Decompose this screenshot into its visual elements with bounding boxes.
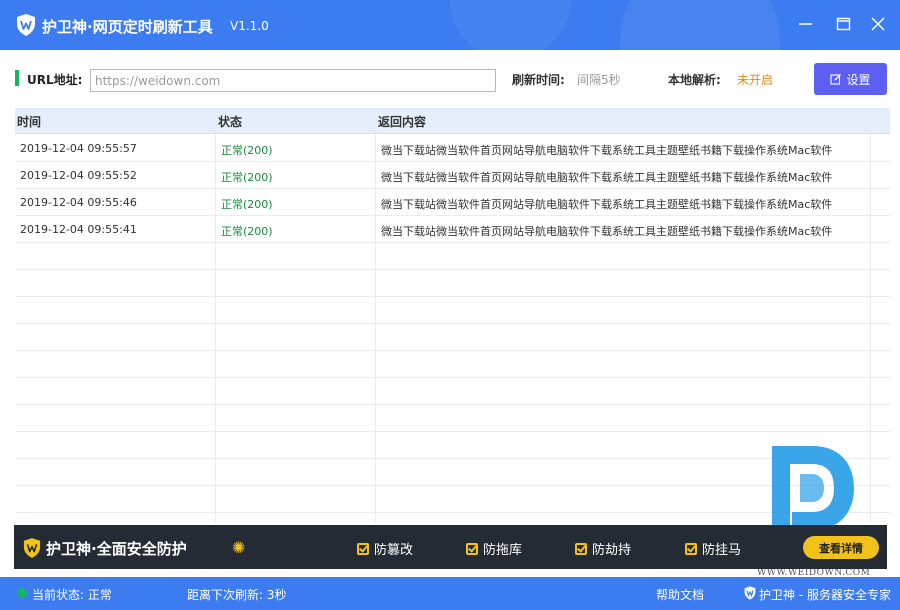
- cell-content: 微当下载站微当软件首页网站导航电脑软件下载系统工具主题壁纸书籍下载操作系统Mac…: [381, 225, 833, 238]
- cell-time: 2019-12-04 09:55:41: [20, 223, 137, 236]
- status-bar: 当前状态: 正常 距离下次刷新: 3秒 帮助文档 护卫神 - 服务器安全专家: [0, 577, 900, 610]
- view-details-button[interactable]: 查看详情: [803, 536, 879, 559]
- refresh-interval-value: 间隔5秒: [577, 73, 621, 87]
- shield-w-icon: [17, 14, 35, 36]
- table-row[interactable]: [15, 486, 890, 513]
- shield-w-icon: [744, 586, 756, 600]
- cell-status: 正常(200): [221, 171, 273, 184]
- check-icon: [466, 542, 478, 555]
- sparkle-icon: ✺: [232, 538, 246, 557]
- column-divider: [870, 134, 871, 522]
- table-row[interactable]: 2019-12-04 09:55:41 正常(200) 微当下载站微当软件首页网站导…: [15, 216, 890, 243]
- feature-item: 防挂马: [685, 539, 741, 558]
- shield-w-icon: [23, 538, 41, 558]
- table-body: 2019-12-04 09:55:57 正常(200) 微当下载站微当软件首页网站导…: [15, 135, 890, 522]
- feature-item: 防劫持: [575, 539, 631, 558]
- table-row[interactable]: 2019-12-04 09:55:57 正常(200) 微当下载站微当软件首页网站导…: [15, 135, 890, 162]
- feature-item: 防拖库: [466, 539, 522, 558]
- local-dns-value: 未开启: [737, 73, 774, 87]
- check-icon: [575, 542, 587, 555]
- feature-item: 防篡改: [357, 539, 413, 558]
- table-row[interactable]: [15, 297, 890, 324]
- column-divider: [375, 134, 376, 522]
- brand-link[interactable]: 护卫神 - 服务器安全专家: [759, 586, 891, 603]
- cell-time: 2019-12-04 09:55:57: [20, 142, 137, 155]
- title-bar: 护卫神·网页定时刷新工具 V1.1.0: [0, 0, 900, 50]
- banner-slogan: 护卫神·全面安全防护: [46, 540, 187, 558]
- close-icon[interactable]: [868, 14, 888, 34]
- table-row[interactable]: [15, 378, 890, 405]
- table-row[interactable]: [15, 324, 890, 351]
- maximize-icon[interactable]: [834, 14, 854, 34]
- url-label: URL地址:: [27, 73, 83, 87]
- feature-label: 防拖库: [483, 543, 523, 558]
- refresh-log-table[interactable]: 时间 状态 返回内容 2019-12-04 09:55:57 正常(200) 微当下…: [15, 108, 890, 522]
- url-input[interactable]: [90, 69, 496, 92]
- cell-status: 正常(200): [221, 198, 273, 211]
- cell-content: 微当下载站微当软件首页网站导航电脑软件下载系统工具主题壁纸书籍下载操作系统Mac…: [381, 171, 833, 184]
- title-bar-decoration: [450, 0, 570, 50]
- title-bar-decoration: [620, 0, 780, 50]
- cell-time: 2019-12-04 09:55:46: [20, 196, 137, 209]
- next-refresh-countdown: 距离下次刷新: 3秒: [187, 588, 287, 602]
- settings-button-label: 设置: [846, 72, 871, 87]
- table-row[interactable]: 2019-12-04 09:55:52 正常(200) 微当下载站微当软件首页网站导…: [15, 162, 890, 189]
- status-indicator-icon: [17, 588, 27, 598]
- current-status: 当前状态: 正常: [32, 588, 112, 602]
- help-docs-link[interactable]: 帮助文档: [656, 586, 704, 603]
- column-divider: [215, 134, 216, 522]
- app-title: 护卫神·网页定时刷新工具: [42, 18, 213, 36]
- edit-icon: [830, 74, 842, 85]
- settings-button[interactable]: 设置: [814, 63, 887, 95]
- table-header: 时间 状态 返回内容: [15, 108, 890, 134]
- table-row[interactable]: [15, 432, 890, 459]
- minimize-icon[interactable]: [796, 14, 816, 34]
- table-row[interactable]: [15, 459, 890, 486]
- cell-status: 正常(200): [221, 144, 273, 157]
- feature-label: 防篡改: [374, 543, 414, 558]
- weidown-d-logo: [772, 446, 854, 536]
- check-icon: [685, 542, 697, 555]
- check-icon: [357, 542, 369, 555]
- table-row[interactable]: [15, 405, 890, 432]
- table-row[interactable]: [15, 270, 890, 297]
- column-header-status[interactable]: 状态: [218, 113, 242, 130]
- cell-time: 2019-12-04 09:55:52: [20, 169, 137, 182]
- table-row[interactable]: 2019-12-04 09:55:46 正常(200) 微当下载站微当软件首页网站导…: [15, 189, 890, 216]
- accent-bar: [15, 70, 19, 86]
- table-row[interactable]: [15, 351, 890, 378]
- table-row[interactable]: [15, 243, 890, 270]
- feature-label: 防劫持: [592, 543, 632, 558]
- app-version: V1.1.0: [230, 19, 269, 33]
- column-header-content[interactable]: 返回内容: [378, 113, 426, 130]
- cell-content: 微当下载站微当软件首页网站导航电脑软件下载系统工具主题壁纸书籍下载操作系统Mac…: [381, 144, 833, 157]
- cell-status: 正常(200): [221, 225, 273, 238]
- promo-banner[interactable]: 护卫神·全面安全防护 ✺ 防篡改 防拖库 防劫持 防挂马 查看详情: [14, 525, 887, 569]
- refresh-interval-label: 刷新时间:: [512, 73, 565, 87]
- url-toolbar: URL地址: 刷新时间: 间隔5秒 本地解析: 未开启 设置: [0, 60, 900, 100]
- table-row[interactable]: [15, 513, 890, 522]
- feature-label: 防挂马: [702, 543, 742, 558]
- cell-content: 微当下载站微当软件首页网站导航电脑软件下载系统工具主题壁纸书籍下载操作系统Mac…: [381, 198, 833, 211]
- local-dns-label: 本地解析:: [668, 73, 721, 87]
- column-header-time[interactable]: 时间: [17, 113, 41, 130]
